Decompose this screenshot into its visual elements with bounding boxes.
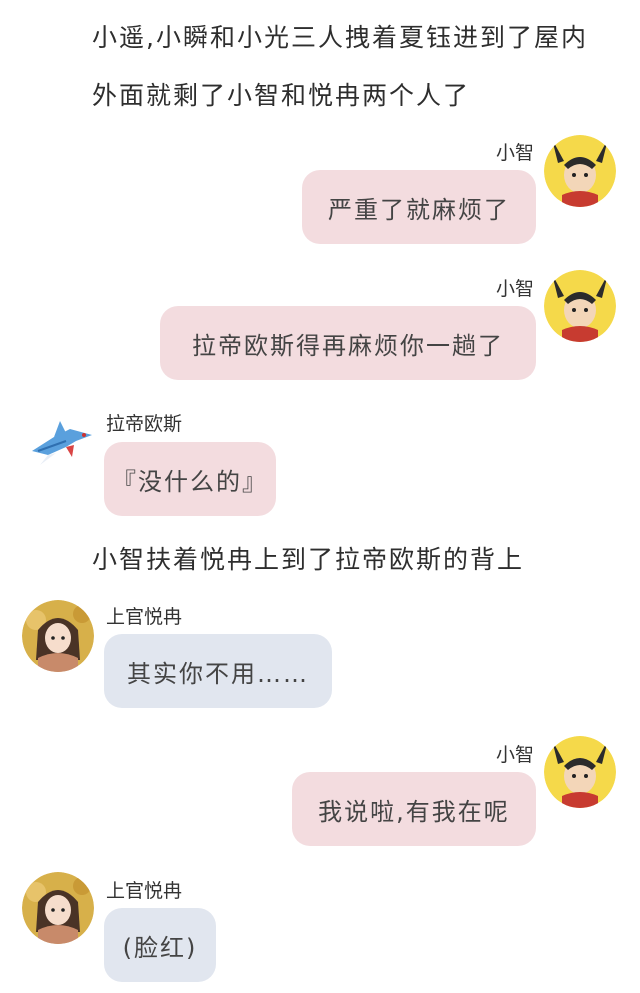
pikachu-hood-avatar-icon[interactable] — [544, 135, 616, 207]
narration-line: 外面就剩了小智和悦冉两个人了 — [92, 81, 471, 110]
message-bubble: 『没什么的』 — [104, 442, 276, 516]
message-bubble: 严重了就麻烦了 — [302, 170, 536, 244]
latios-avatar-icon[interactable] — [26, 405, 98, 477]
speaker-name: 小智 — [495, 278, 534, 300]
girl-avatar-icon[interactable] — [22, 872, 94, 944]
message-bubble: 我说啦,有我在呢 — [292, 772, 536, 846]
girl-avatar-icon[interactable] — [22, 600, 94, 672]
speaker-name: 上官悦冉 — [106, 606, 183, 628]
speaker-name: 上官悦冉 — [106, 880, 183, 902]
speaker-name: 小智 — [495, 744, 534, 766]
pikachu-hood-avatar-icon[interactable] — [544, 736, 616, 808]
narration-line: 小遥,小瞬和小光三人拽着夏钰进到了屋内 — [92, 23, 588, 52]
narration-line: 小智扶着悦冉上到了拉帝欧斯的背上 — [92, 545, 525, 574]
pikachu-hood-avatar-icon[interactable] — [544, 270, 616, 342]
message-bubble: (脸红) — [104, 908, 216, 982]
message-bubble: 拉帝欧斯得再麻烦你一趟了 — [160, 306, 536, 380]
speaker-name: 小智 — [495, 142, 534, 164]
speaker-name: 拉帝欧斯 — [106, 413, 183, 435]
message-bubble: 其实你不用…… — [104, 634, 332, 708]
